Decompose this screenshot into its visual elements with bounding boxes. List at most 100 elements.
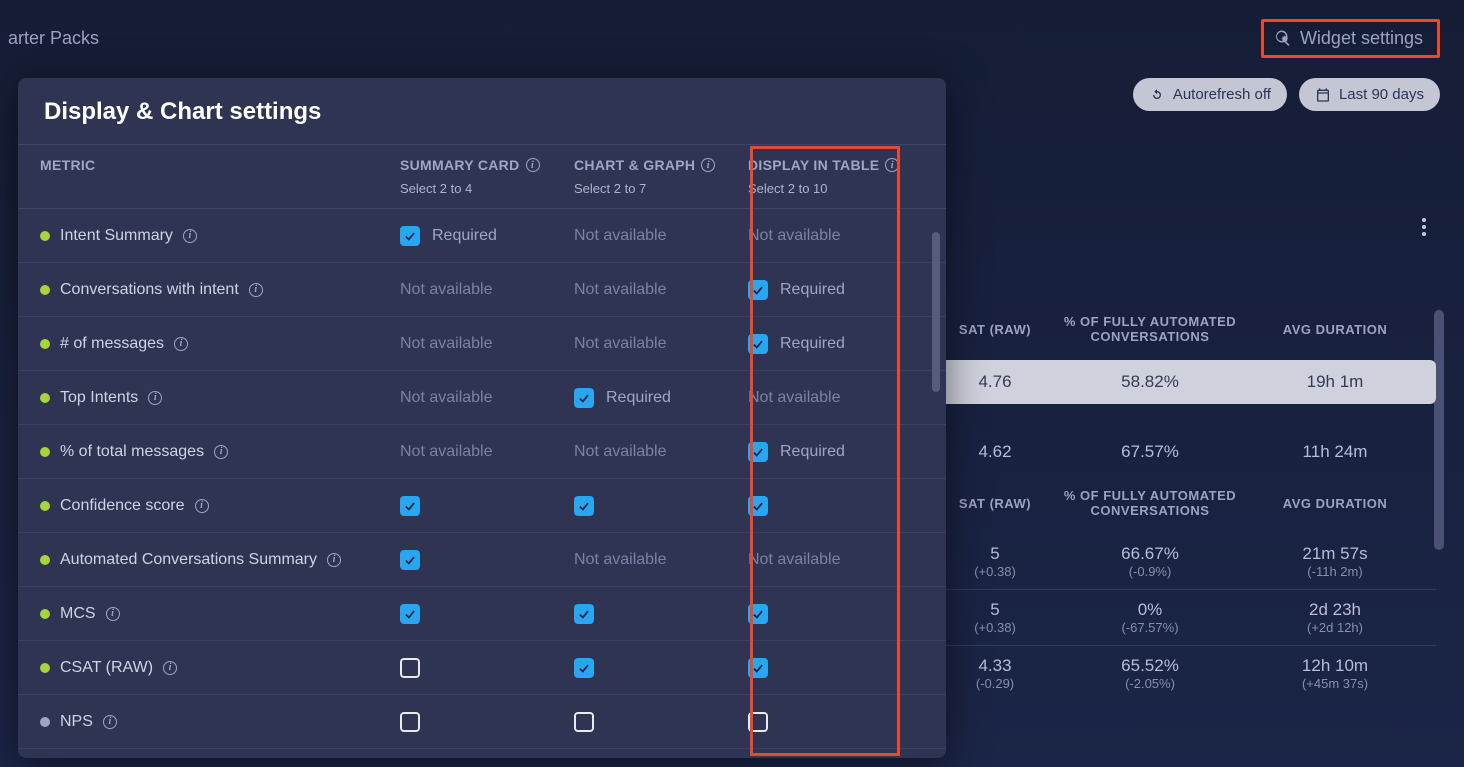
- required-label: Required: [606, 389, 671, 407]
- required-label: Required: [780, 335, 845, 353]
- col-sub-summary: Select 2 to 4: [400, 181, 574, 196]
- not-available-label: Not available: [400, 443, 493, 461]
- metric-checkbox[interactable]: [400, 658, 420, 678]
- metric-checkbox[interactable]: [748, 442, 768, 462]
- table-row[interactable]: 5(+0.38)66.67%(-0.9%)21m 57s(-11h 2m): [930, 534, 1436, 589]
- modal-title: Display & Chart settings: [18, 78, 946, 144]
- refresh-icon: [1149, 87, 1165, 103]
- metric-name: Automated Conversations Summary: [60, 551, 317, 569]
- required-label: Required: [780, 443, 845, 461]
- not-available-label: Not available: [748, 389, 841, 407]
- metric-dot: [40, 231, 50, 241]
- info-icon[interactable]: i: [214, 445, 228, 459]
- metric-checkbox[interactable]: [400, 604, 420, 624]
- not-available-label: Not available: [574, 335, 667, 353]
- info-icon[interactable]: i: [148, 391, 162, 405]
- info-icon[interactable]: i: [174, 337, 188, 351]
- metric-dot: [40, 285, 50, 295]
- table-summary-band[interactable]: 4.76 58.82% 19h 1m: [930, 360, 1436, 404]
- metric-dot: [40, 609, 50, 619]
- table-row[interactable]: 5(+0.38)0%(-67.57%)2d 23h(+2d 12h): [930, 589, 1436, 645]
- daterange-button[interactable]: Last 90 days: [1299, 78, 1440, 111]
- modal-scrollbar[interactable]: [932, 232, 940, 392]
- settings-row: # of messages i Not available Not available…: [18, 317, 946, 371]
- metric-checkbox[interactable]: [748, 604, 768, 624]
- info-icon[interactable]: i: [249, 283, 263, 297]
- metric-dot: [40, 555, 50, 565]
- daterange-label: Last 90 days: [1339, 86, 1424, 103]
- not-available-label: Not available: [400, 389, 493, 407]
- col-header-display: DISPLAY IN TABLE i: [748, 157, 922, 173]
- metric-checkbox[interactable]: [748, 658, 768, 678]
- metric-checkbox[interactable]: [748, 496, 768, 516]
- not-available-label: Not available: [574, 551, 667, 569]
- not-available-label: Not available: [574, 281, 667, 299]
- settings-row: MCS i: [18, 587, 946, 641]
- required-label: Required: [432, 227, 497, 245]
- col-header-dur: AVG DURATION: [1250, 496, 1420, 511]
- metric-name: Top Intents: [60, 389, 138, 407]
- info-icon[interactable]: i: [163, 661, 177, 675]
- metric-checkbox[interactable]: [400, 496, 420, 516]
- col-header-summary: SUMMARY CARD i: [400, 157, 574, 173]
- metric-checkbox[interactable]: [574, 604, 594, 624]
- metric-name: Intent Summary: [60, 227, 173, 245]
- not-available-label: Not available: [574, 227, 667, 245]
- info-icon[interactable]: i: [103, 715, 117, 729]
- info-icon[interactable]: i: [195, 499, 209, 513]
- widget-menu-button[interactable]: [1422, 218, 1426, 236]
- table-row[interactable]: 4.33(-0.29)65.52%(-2.05%)12h 10m(+45m 37…: [930, 645, 1436, 701]
- metric-dot: [40, 717, 50, 727]
- metric-checkbox[interactable]: [574, 388, 594, 408]
- not-available-label: Not available: [574, 443, 667, 461]
- metric-name: NPS: [60, 713, 93, 731]
- info-icon[interactable]: i: [885, 158, 899, 172]
- metric-dot: [40, 393, 50, 403]
- col-header-csat: SAT (RAW): [940, 322, 1050, 337]
- col-header-dur: AVG DURATION: [1250, 322, 1420, 337]
- metric-name: MCS: [60, 605, 96, 623]
- info-icon[interactable]: i: [701, 158, 715, 172]
- metric-checkbox[interactable]: [574, 496, 594, 516]
- metric-dot: [40, 663, 50, 673]
- info-icon[interactable]: i: [106, 607, 120, 621]
- settings-row: Confidence scorei: [18, 479, 946, 533]
- not-available-label: Not available: [400, 335, 493, 353]
- table-subtotal-row[interactable]: 4.62 67.57% 11h 24m: [930, 430, 1436, 474]
- gear-icon: [1274, 29, 1292, 47]
- metric-checkbox[interactable]: [748, 280, 768, 300]
- metric-checkbox[interactable]: [400, 712, 420, 732]
- required-label: Required: [780, 281, 845, 299]
- metrics-table: SAT (RAW) % OF FULLY AUTOMATED CONVERSAT…: [930, 300, 1436, 701]
- metric-checkbox[interactable]: [400, 550, 420, 570]
- metric-dot: [40, 339, 50, 349]
- settings-row: % of total messages i Not available Not ava…: [18, 425, 946, 479]
- info-icon[interactable]: i: [526, 158, 540, 172]
- autorefresh-label: Autorefresh off: [1173, 86, 1271, 103]
- metric-checkbox[interactable]: [574, 712, 594, 732]
- autorefresh-toggle[interactable]: Autorefresh off: [1133, 78, 1287, 111]
- display-chart-settings-modal: Display & Chart settings METRIC SUMMARY …: [18, 78, 946, 758]
- not-available-label: Not available: [748, 551, 841, 569]
- not-available-label: Not available: [400, 281, 493, 299]
- col-sub-display: Select 2 to 10: [748, 181, 922, 196]
- info-icon[interactable]: i: [327, 553, 341, 567]
- metric-dot: [40, 501, 50, 511]
- col-header-metric: METRIC: [40, 157, 400, 173]
- metric-checkbox[interactable]: [748, 712, 768, 732]
- settings-row: Intent Summary i Required Not available Not …: [18, 209, 946, 263]
- calendar-icon: [1315, 87, 1331, 103]
- info-icon[interactable]: i: [183, 229, 197, 243]
- metric-name: % of total messages: [60, 443, 204, 461]
- metric-name: CSAT (RAW): [60, 659, 153, 677]
- metric-name: # of messages: [60, 335, 164, 353]
- metric-checkbox[interactable]: [574, 658, 594, 678]
- metric-checkbox[interactable]: [400, 226, 420, 246]
- col-header-csat: SAT (RAW): [940, 496, 1050, 511]
- metric-checkbox[interactable]: [748, 334, 768, 354]
- metric-dot: [40, 447, 50, 457]
- settings-row: NPS i: [18, 695, 946, 749]
- widget-settings-button[interactable]: Widget settings: [1261, 19, 1440, 58]
- settings-row: Conversations with intentiNot availableN…: [18, 263, 946, 317]
- not-available-label: Not available: [748, 227, 841, 245]
